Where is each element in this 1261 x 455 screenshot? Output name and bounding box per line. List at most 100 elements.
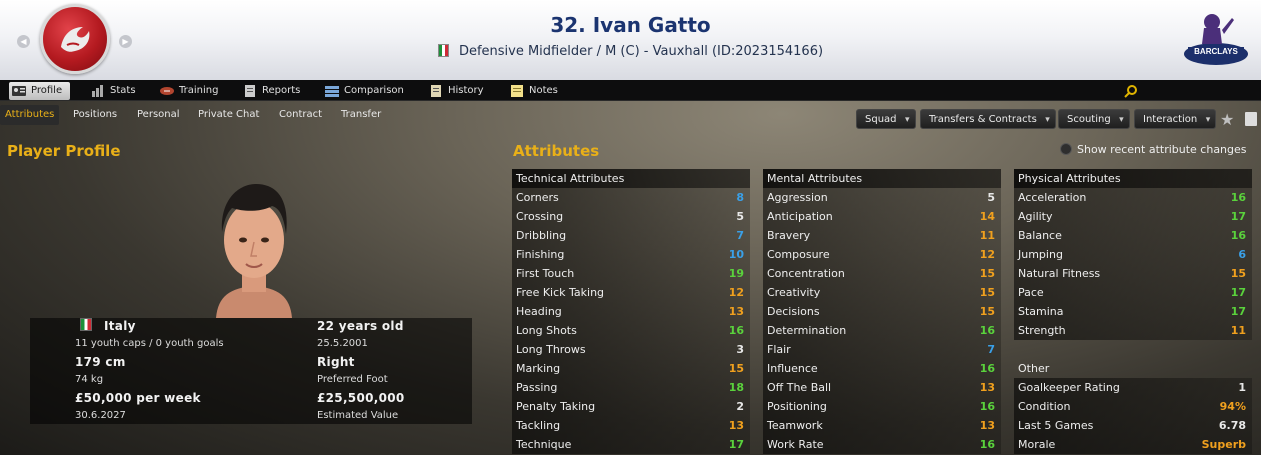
attribute-row-concentration[interactable]: Concentration 15: [763, 264, 1001, 283]
attribute-row-long-shots[interactable]: Long Shots 16: [512, 321, 750, 340]
attribute-name: Penalty Taking: [516, 400, 596, 413]
nav-notes[interactable]: Notes: [507, 82, 566, 100]
transfers-contracts-dropdown[interactable]: Transfers & Contracts: [920, 109, 1056, 130]
preferred-foot: Right: [317, 355, 355, 369]
attribute-row-penalty-taking[interactable]: Penalty Taking 2: [512, 397, 750, 416]
attribute-name: Anticipation: [767, 210, 833, 223]
attribute-row-strength[interactable]: Strength 11: [1014, 321, 1252, 340]
profile-icon: [12, 85, 26, 97]
attribute-row-natural-fitness[interactable]: Natural Fitness 15: [1014, 264, 1252, 283]
nav-reports[interactable]: Reports: [240, 82, 308, 100]
attribute-value: 13: [979, 381, 995, 394]
attribute-row-teamwork[interactable]: Teamwork 13: [763, 416, 1001, 435]
attribute-row-anticipation[interactable]: Anticipation 14: [763, 207, 1001, 226]
attribute-row-corners[interactable]: Corners 8: [512, 188, 750, 207]
attribute-value: 16: [979, 438, 995, 451]
attribute-row-bravery[interactable]: Bravery 11: [763, 226, 1001, 245]
estimated-value: £25,500,000: [317, 391, 405, 405]
attribute-row-goalkeeper-rating[interactable]: Goalkeeper Rating 1: [1014, 378, 1252, 397]
attribute-row-creativity[interactable]: Creativity 15: [763, 283, 1001, 302]
attribute-value: 7: [987, 343, 995, 356]
nav-history[interactable]: History: [426, 82, 492, 100]
tab-private-chat[interactable]: Private Chat: [193, 105, 264, 125]
attribute-name: Influence: [767, 362, 818, 375]
attribute-value: 3: [736, 343, 744, 356]
attribute-name: Technique: [516, 438, 572, 451]
history-icon: [429, 85, 443, 97]
comparison-icon: [325, 85, 339, 97]
attribute-name: Decisions: [767, 305, 820, 318]
attribute-row-long-throws[interactable]: Long Throws 3: [512, 340, 750, 359]
attribute-name: Condition: [1018, 400, 1071, 413]
show-changes-toggle[interactable]: Show recent attribute changes: [1060, 143, 1247, 156]
nationality[interactable]: Italy: [104, 319, 136, 333]
attribute-row-off-the-ball[interactable]: Off The Ball 13: [763, 378, 1001, 397]
attribute-value: 19: [728, 267, 744, 280]
attribute-row-flair[interactable]: Flair 7: [763, 340, 1001, 359]
attribute-value: 16: [1230, 191, 1246, 204]
notepad-icon[interactable]: [1245, 112, 1257, 126]
attribute-value: 13: [979, 419, 995, 432]
attribute-name: Jumping: [1018, 248, 1063, 261]
attribute-row-finishing[interactable]: Finishing 10: [512, 245, 750, 264]
player-face-image: [216, 184, 292, 318]
attribute-row-decisions[interactable]: Decisions 15: [763, 302, 1001, 321]
attribute-row-aggression[interactable]: Aggression 5: [763, 188, 1001, 207]
attribute-row-work-rate[interactable]: Work Rate 16: [763, 435, 1001, 454]
attribute-row-free-kick-taking[interactable]: Free Kick Taking 12: [512, 283, 750, 302]
attribute-value: 7: [736, 229, 744, 242]
main-nav: Profile Stats Training Reports Compariso…: [0, 80, 1261, 101]
attribute-row-morale[interactable]: Morale Superb: [1014, 435, 1252, 454]
attribute-row-pace[interactable]: Pace 17: [1014, 283, 1252, 302]
attribute-row-jumping[interactable]: Jumping 6: [1014, 245, 1252, 264]
attribute-row-last-5-games[interactable]: Last 5 Games 6.78: [1014, 416, 1252, 435]
header-bar: ◀ ▶ 32. Ivan Gatto Defensive Midfielder …: [0, 0, 1261, 80]
height: 179 cm: [75, 355, 126, 369]
attribute-row-influence[interactable]: Influence 16: [763, 359, 1001, 378]
attribute-row-positioning[interactable]: Positioning 16: [763, 397, 1001, 416]
search-icon[interactable]: [1124, 84, 1138, 98]
nav-stats[interactable]: Stats: [88, 82, 144, 100]
scouting-dropdown[interactable]: Scouting: [1058, 109, 1130, 130]
attribute-value: 15: [979, 267, 995, 280]
youth-caps: 11 youth caps / 0 youth goals: [75, 338, 224, 349]
tab-contract[interactable]: Contract: [274, 105, 327, 125]
tab-transfer[interactable]: Transfer: [336, 105, 386, 125]
tab-attributes[interactable]: Attributes: [0, 105, 60, 125]
nav-training[interactable]: Training: [157, 82, 226, 100]
attribute-row-stamina[interactable]: Stamina 17: [1014, 302, 1252, 321]
attribute-row-tackling[interactable]: Tackling 13: [512, 416, 750, 435]
attribute-row-acceleration[interactable]: Acceleration 16: [1014, 188, 1252, 207]
attribute-row-balance[interactable]: Balance 16: [1014, 226, 1252, 245]
attribute-row-condition[interactable]: Condition 94%: [1014, 397, 1252, 416]
nav-comparison[interactable]: Comparison: [322, 82, 412, 100]
squad-dropdown[interactable]: Squad: [856, 109, 916, 130]
attribute-name: Long Shots: [516, 324, 577, 337]
physical-header: Physical Attributes: [1014, 169, 1252, 188]
attribute-row-agility[interactable]: Agility 17: [1014, 207, 1252, 226]
tab-positions[interactable]: Positions: [68, 105, 122, 125]
attribute-name: Work Rate: [767, 438, 824, 451]
toggle-checkbox[interactable]: [1060, 143, 1072, 155]
star-icon[interactable]: ★: [1220, 110, 1234, 129]
attribute-value: 13: [728, 305, 744, 318]
nav-profile[interactable]: Profile: [9, 82, 71, 100]
attribute-row-first-touch[interactable]: First Touch 19: [512, 264, 750, 283]
attribute-row-marking[interactable]: Marking 15: [512, 359, 750, 378]
technical-attributes: Technical Attributes Corners 8 Crossing 5 Dr…: [512, 169, 750, 454]
estimated-value-label: Estimated Value: [317, 410, 399, 421]
attribute-value: 16: [1230, 229, 1246, 242]
attribute-row-dribbling[interactable]: Dribbling 7: [512, 226, 750, 245]
attribute-row-technique[interactable]: Technique 17: [512, 435, 750, 454]
attribute-row-determination[interactable]: Determination 16: [763, 321, 1001, 340]
attribute-value: 1: [1238, 381, 1246, 394]
attribute-row-heading[interactable]: Heading 13: [512, 302, 750, 321]
attribute-row-passing[interactable]: Passing 18: [512, 378, 750, 397]
attribute-name: Acceleration: [1018, 191, 1087, 204]
attribute-value: 5: [987, 191, 995, 204]
tab-personal[interactable]: Personal: [132, 105, 185, 125]
interaction-dropdown[interactable]: Interaction: [1134, 109, 1217, 130]
attribute-row-composure[interactable]: Composure 12: [763, 245, 1001, 264]
attribute-row-crossing[interactable]: Crossing 5: [512, 207, 750, 226]
attribute-value: 16: [979, 400, 995, 413]
